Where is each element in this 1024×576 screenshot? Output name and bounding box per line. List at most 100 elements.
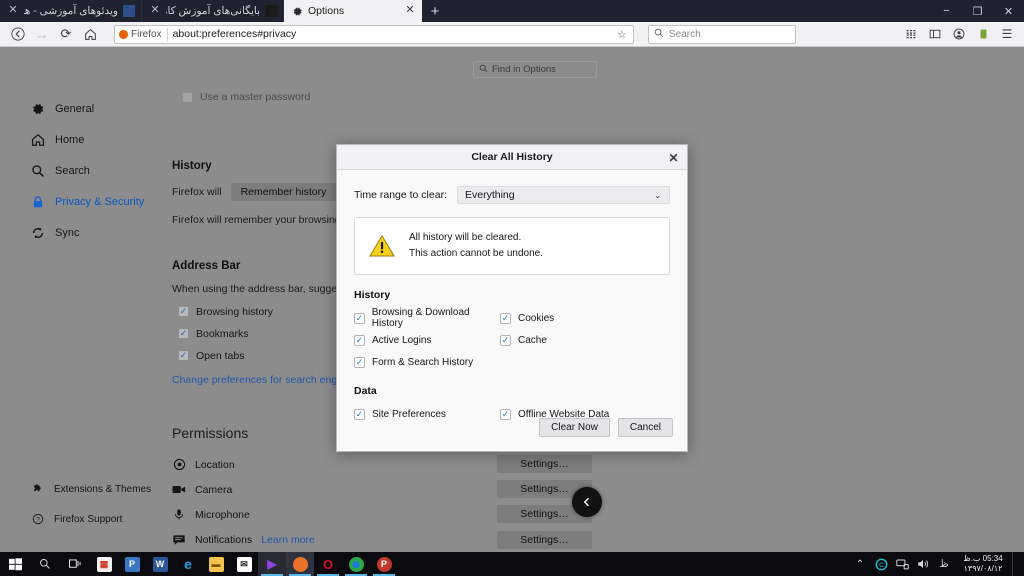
checkbox[interactable]: ✓ bbox=[354, 408, 365, 420]
taskbar-app-powerpoint[interactable]: P bbox=[118, 552, 146, 576]
taskbar-app-potplayer[interactable]: P bbox=[370, 552, 398, 576]
taskbar-search-icon[interactable] bbox=[30, 552, 60, 576]
checkbox[interactable]: ✓ bbox=[500, 408, 511, 420]
time-range-dropdown[interactable]: Everything ⌄ bbox=[456, 186, 670, 204]
tab-0[interactable]: ویدئوهای آموزشی - هوشیار ✕ bbox=[0, 0, 142, 22]
checkbox[interactable]: ✓ bbox=[178, 306, 189, 317]
scroll-to-top-button[interactable] bbox=[572, 487, 602, 517]
microphone-icon bbox=[172, 508, 186, 522]
sidebar-item-extensions-themes[interactable]: Extensions & Themes bbox=[0, 478, 165, 500]
checkbox-cache[interactable]: ✓ Cache bbox=[500, 329, 646, 351]
antivirus-icon[interactable]: C bbox=[871, 552, 891, 576]
checkbox-label: Cookies bbox=[518, 312, 555, 324]
taskbar-app-word[interactable]: W bbox=[146, 552, 174, 576]
menu-icon[interactable]: ☰ bbox=[996, 23, 1018, 45]
dialog-data-heading: Data bbox=[354, 385, 377, 397]
search-icon bbox=[479, 64, 488, 76]
addressbar-option-browsing-history[interactable]: ✓ Browsing history bbox=[178, 303, 359, 320]
taskbar-app-mail[interactable]: ✉ bbox=[230, 552, 258, 576]
taskbar-app-microsoft-store[interactable]: ▦ bbox=[90, 552, 118, 576]
taskbar-app-chrome[interactable]: ◉ bbox=[342, 552, 370, 576]
sidebar-icon[interactable] bbox=[924, 23, 946, 45]
find-in-options-input[interactable]: Find in Options bbox=[473, 61, 597, 78]
new-tab-button[interactable]: + bbox=[422, 0, 448, 22]
gear-icon bbox=[291, 5, 303, 17]
cancel-button[interactable]: Cancel bbox=[617, 418, 673, 437]
checkbox-active-logins[interactable]: ✓ Active Logins bbox=[354, 329, 500, 351]
taskbar-app-opera[interactable]: O bbox=[314, 552, 342, 576]
potplayer-icon: P bbox=[376, 556, 392, 572]
forward-button[interactable]: → bbox=[30, 23, 54, 45]
tab-close-button[interactable]: ✕ bbox=[7, 5, 19, 17]
permission-label: Location bbox=[195, 458, 235, 471]
back-button[interactable] bbox=[6, 23, 30, 45]
home-icon[interactable] bbox=[78, 23, 102, 45]
gear-icon bbox=[30, 102, 45, 117]
edge-icon: e bbox=[184, 556, 192, 572]
checkbox[interactable]: ✓ bbox=[500, 334, 511, 346]
dialog-title: Clear All History bbox=[471, 151, 553, 163]
checkbox-label: Active Logins bbox=[372, 334, 432, 346]
bookmark-star-icon[interactable]: ☆ bbox=[617, 28, 629, 41]
navigation-toolbar: → ⟳ Firefox about:preferences#privacy ☆ … bbox=[0, 22, 1024, 47]
volume-icon[interactable] bbox=[913, 552, 933, 576]
notifications-learn-more-link[interactable]: Learn more bbox=[261, 534, 315, 546]
minimize-button[interactable]: − bbox=[931, 0, 962, 22]
checkbox[interactable]: ✓ bbox=[354, 312, 365, 324]
sidebar-item-firefox-support[interactable]: ? Firefox Support bbox=[0, 508, 165, 530]
clear-now-button[interactable]: Clear Now bbox=[539, 418, 610, 437]
search-input-placeholder[interactable]: Search bbox=[669, 29, 701, 40]
checkbox[interactable]: ✓ bbox=[500, 312, 511, 324]
reload-button[interactable]: ⟳ bbox=[54, 23, 78, 45]
tab-2-options[interactable]: Options ✕ bbox=[284, 0, 422, 22]
sidebar-item-privacy-security[interactable]: Privacy & Security bbox=[0, 191, 165, 213]
url-input[interactable]: about:preferences#privacy bbox=[173, 28, 613, 40]
sidebar-item-search[interactable]: Search bbox=[0, 160, 165, 182]
checkbox-browsing-download-history[interactable]: ✓ Browsing & Download History bbox=[354, 307, 500, 329]
taskbar-clock[interactable]: 05:34 ب.ظ ۱۳۹۷/۰۸/۱۲ bbox=[955, 552, 1011, 576]
taskbar-app-edge[interactable]: e bbox=[174, 552, 202, 576]
show-desktop-button[interactable] bbox=[1012, 552, 1022, 576]
address-bar-heading: Address Bar bbox=[172, 260, 241, 272]
sidebar-item-sync[interactable]: Sync bbox=[0, 222, 165, 244]
use-master-password-checkbox[interactable] bbox=[182, 91, 193, 103]
sidebar-item-general[interactable]: General bbox=[0, 98, 165, 120]
windows-start-icon[interactable] bbox=[0, 552, 30, 576]
tab-close-button[interactable]: ✕ bbox=[404, 5, 416, 17]
task-view-icon[interactable] bbox=[60, 552, 90, 576]
container-icon[interactable] bbox=[972, 23, 994, 45]
tab-close-button[interactable]: ✕ bbox=[149, 5, 161, 17]
search-engine-preferences-link[interactable]: Change preferences for search engine s bbox=[172, 374, 359, 386]
checkbox[interactable]: ✓ bbox=[178, 350, 189, 361]
search-bar[interactable]: Search bbox=[648, 24, 796, 44]
checkbox-cookies[interactable]: ✓ Cookies bbox=[500, 307, 646, 329]
input-language-icon[interactable]: ظ bbox=[934, 552, 954, 576]
maximize-button[interactable]: ❐ bbox=[962, 0, 993, 22]
notifications-settings-button[interactable]: Settings… bbox=[497, 531, 592, 549]
history-checkbox-grid: ✓ Browsing & Download History ✓ Active L… bbox=[354, 307, 670, 373]
lock-icon bbox=[30, 195, 45, 210]
identity-box[interactable]: Firefox bbox=[119, 27, 168, 41]
library-icon[interactable]: 𝍖 bbox=[900, 23, 922, 45]
checkbox[interactable]: ✓ bbox=[354, 356, 365, 368]
taskbar-app-firefox[interactable] bbox=[286, 552, 314, 576]
url-bar[interactable]: Firefox about:preferences#privacy ☆ bbox=[114, 24, 634, 44]
checkbox[interactable]: ✓ bbox=[178, 328, 189, 339]
close-icon[interactable]: ✕ bbox=[666, 150, 681, 165]
taskbar-app-file-explorer[interactable]: ▬ bbox=[202, 552, 230, 576]
taskbar-app-media-player[interactable]: ▶ bbox=[258, 552, 286, 576]
account-icon[interactable] bbox=[948, 23, 970, 45]
checkbox[interactable]: ✓ bbox=[354, 334, 365, 346]
show-hidden-icons-button[interactable]: ⌃ bbox=[850, 552, 870, 576]
chrome-icon: ◉ bbox=[348, 556, 364, 572]
addressbar-option-bookmarks[interactable]: ✓ Bookmarks bbox=[178, 325, 359, 342]
checkbox-form-search-history[interactable]: ✓ Form & Search History bbox=[354, 351, 500, 373]
sidebar-item-home[interactable]: Home bbox=[0, 129, 165, 151]
addressbar-option-open-tabs[interactable]: ✓ Open tabs bbox=[178, 347, 359, 364]
tab-1[interactable]: بایگانی‌های آموزش کامپیوتر - هو ✕ bbox=[142, 0, 284, 22]
location-settings-button[interactable]: Settings… bbox=[497, 455, 592, 473]
close-window-button[interactable]: ✕ bbox=[993, 0, 1024, 22]
network-icon[interactable] bbox=[892, 552, 912, 576]
svg-text:?: ? bbox=[36, 517, 40, 524]
checkbox-site-preferences[interactable]: ✓ Site Preferences bbox=[354, 403, 500, 425]
